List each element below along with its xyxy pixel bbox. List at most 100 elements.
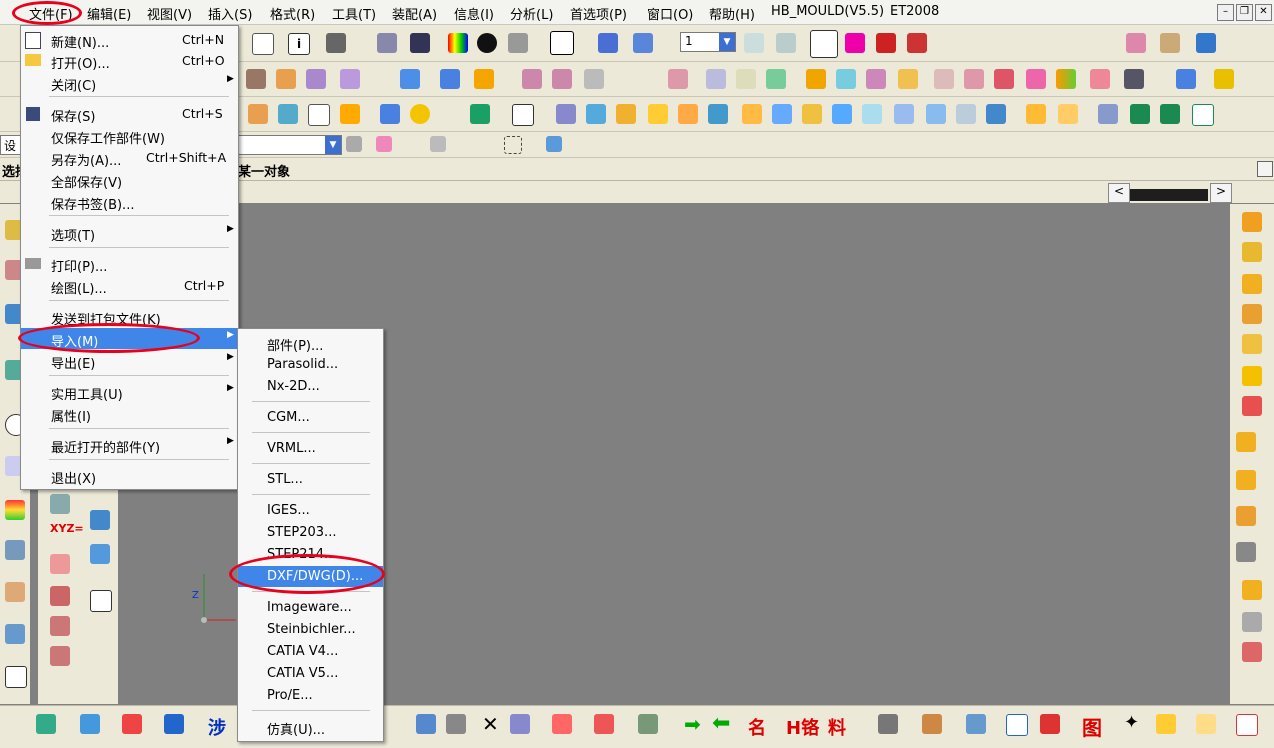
plane-icon[interactable] [907, 33, 927, 53]
bottom-gear-icon[interactable] [1156, 714, 1176, 734]
import-vrml[interactable]: VRML... [238, 438, 383, 459]
scroll-left-button[interactable]: < [1108, 183, 1130, 203]
bottom-she[interactable]: 涉 [208, 714, 226, 740]
bottom-snake-icon[interactable] [164, 714, 184, 734]
import-pro-e[interactable]: Pro/E... [238, 685, 383, 706]
right-tool-3-icon[interactable] [1242, 274, 1262, 294]
surface-icon[interactable] [276, 69, 296, 89]
helix-icon[interactable] [50, 494, 70, 514]
edge-blend-icon[interactable] [648, 104, 668, 124]
import-simulation[interactable]: 仿真(U)... [238, 716, 383, 738]
import-imageware[interactable]: Imageware... [238, 597, 383, 618]
import-part[interactable]: 部件(P)... [238, 332, 383, 354]
view-icon[interactable] [326, 33, 346, 53]
pad-icon[interactable] [308, 104, 330, 126]
color-icon[interactable] [448, 33, 468, 53]
bottom-liao[interactable]: 料 [828, 714, 846, 740]
datum-icon[interactable] [248, 104, 268, 124]
menu-et2008[interactable]: ET2008 [890, 4, 939, 19]
right-tool-10-icon[interactable] [1236, 506, 1256, 526]
shade-icon[interactable] [477, 33, 497, 53]
menu-hb-mould[interactable]: HB_MOULD(V5.5) [771, 4, 884, 19]
angle-icon[interactable] [1160, 33, 1180, 53]
box-icon[interactable] [586, 104, 606, 124]
boss-icon[interactable] [678, 104, 698, 124]
menu-help[interactable]: 帮助(H) [709, 4, 755, 23]
menu-item-save-bookmark[interactable]: 保存书签(B)... [21, 191, 238, 213]
import-stl[interactable]: STL... [238, 469, 383, 490]
menu-info[interactable]: 信息(I) [454, 4, 494, 23]
menu-item-recent-parts[interactable]: 最近打开的部件(Y) ▶ [21, 434, 238, 456]
bottom-box-icon[interactable] [122, 714, 142, 734]
layer-settings-icon[interactable] [744, 33, 764, 53]
mirror-icon[interactable] [832, 104, 852, 124]
arrow-right-icon[interactable]: ➡ [684, 712, 701, 736]
grid-surface-icon[interactable] [340, 69, 360, 89]
bottom-edit-icon[interactable] [922, 714, 942, 734]
law-curve-icon[interactable] [50, 554, 70, 574]
menu-item-properties[interactable]: 属性(I) [21, 403, 238, 425]
import-cgm[interactable]: CGM... [238, 407, 383, 428]
menu-item-save-all[interactable]: 全部保存(V) [21, 169, 238, 191]
close-button[interactable]: ✕ [1255, 4, 1272, 21]
right-tool-13-icon[interactable] [1242, 612, 1262, 632]
menu-edit[interactable]: 编辑(E) [87, 4, 131, 23]
offset-icon[interactable] [474, 69, 494, 89]
section-icon[interactable] [1090, 69, 1110, 89]
extract-icon[interactable] [862, 104, 882, 124]
import-step203[interactable]: STEP203... [238, 522, 383, 543]
blend-icon[interactable] [584, 69, 604, 89]
stack-icon[interactable] [1214, 69, 1234, 89]
menu-tools[interactable]: 工具(T) [332, 4, 376, 23]
bottom-layout-icon[interactable] [552, 714, 572, 734]
right-tool-8-icon[interactable] [1236, 432, 1256, 452]
bottom-cube-icon[interactable] [36, 714, 56, 734]
bottom-list-icon[interactable] [1006, 714, 1028, 736]
thicken-icon[interactable] [806, 69, 826, 89]
rect-select-icon[interactable] [504, 136, 522, 154]
document-icon[interactable] [5, 666, 27, 688]
unite-icon[interactable] [994, 69, 1014, 89]
intersect-icon[interactable] [1056, 69, 1076, 89]
bottom-target-icon[interactable] [594, 714, 614, 734]
wrap-icon[interactable] [964, 69, 984, 89]
bottom-tu[interactable]: 图 [1082, 712, 1102, 741]
arrow-left-icon[interactable]: ⬅ [712, 711, 730, 736]
cylinder-icon[interactable] [380, 104, 400, 124]
orient-icon[interactable] [633, 33, 653, 53]
render-icon[interactable] [508, 33, 528, 53]
patch-icon[interactable] [736, 69, 756, 89]
snap-point-icon[interactable] [376, 136, 392, 152]
import-iges[interactable]: IGES... [238, 500, 383, 521]
pocket-icon[interactable] [278, 104, 298, 124]
right-tool-7-icon[interactable] [1242, 396, 1262, 416]
right-tool-12-icon[interactable] [1242, 580, 1262, 600]
bridge-icon[interactable] [552, 69, 572, 89]
menu-item-export[interactable]: 导出(E) ▶ [21, 350, 238, 372]
menu-analysis[interactable]: 分析(L) [510, 4, 553, 23]
counter-hole-icon[interactable] [1192, 104, 1214, 126]
background-icon[interactable] [550, 31, 574, 55]
bottom-factory-icon[interactable] [1040, 714, 1060, 734]
measure-icon[interactable] [1126, 33, 1146, 53]
solid-box-icon[interactable] [986, 104, 1006, 124]
book-icon[interactable] [772, 104, 792, 124]
groove-icon[interactable] [742, 104, 762, 124]
menu-item-close[interactable]: 关闭(C) ▶ [21, 72, 238, 94]
scroll-right-button[interactable]: > [1210, 183, 1232, 203]
layer-manage-icon[interactable] [1176, 69, 1196, 89]
hole-pattern-icon[interactable] [1130, 104, 1150, 124]
axis-icon[interactable] [876, 33, 896, 53]
shell-icon[interactable] [836, 69, 856, 89]
bottom-tree-icon[interactable] [966, 714, 986, 734]
restore-button[interactable]: ❐ [1236, 4, 1253, 21]
bottom-book-icon[interactable] [416, 714, 436, 734]
menu-item-save[interactable]: 保存(S) Ctrl+S [21, 103, 238, 125]
hole-series-icon[interactable] [1160, 104, 1180, 124]
minimize-button[interactable]: – [1217, 4, 1234, 21]
bottom-printer-icon[interactable] [878, 714, 898, 734]
curve-icon[interactable] [246, 69, 266, 89]
tube-icon[interactable] [894, 104, 914, 124]
menu-insert[interactable]: 插入(S) [208, 4, 252, 23]
bottom-text-icon[interactable] [1236, 714, 1258, 736]
